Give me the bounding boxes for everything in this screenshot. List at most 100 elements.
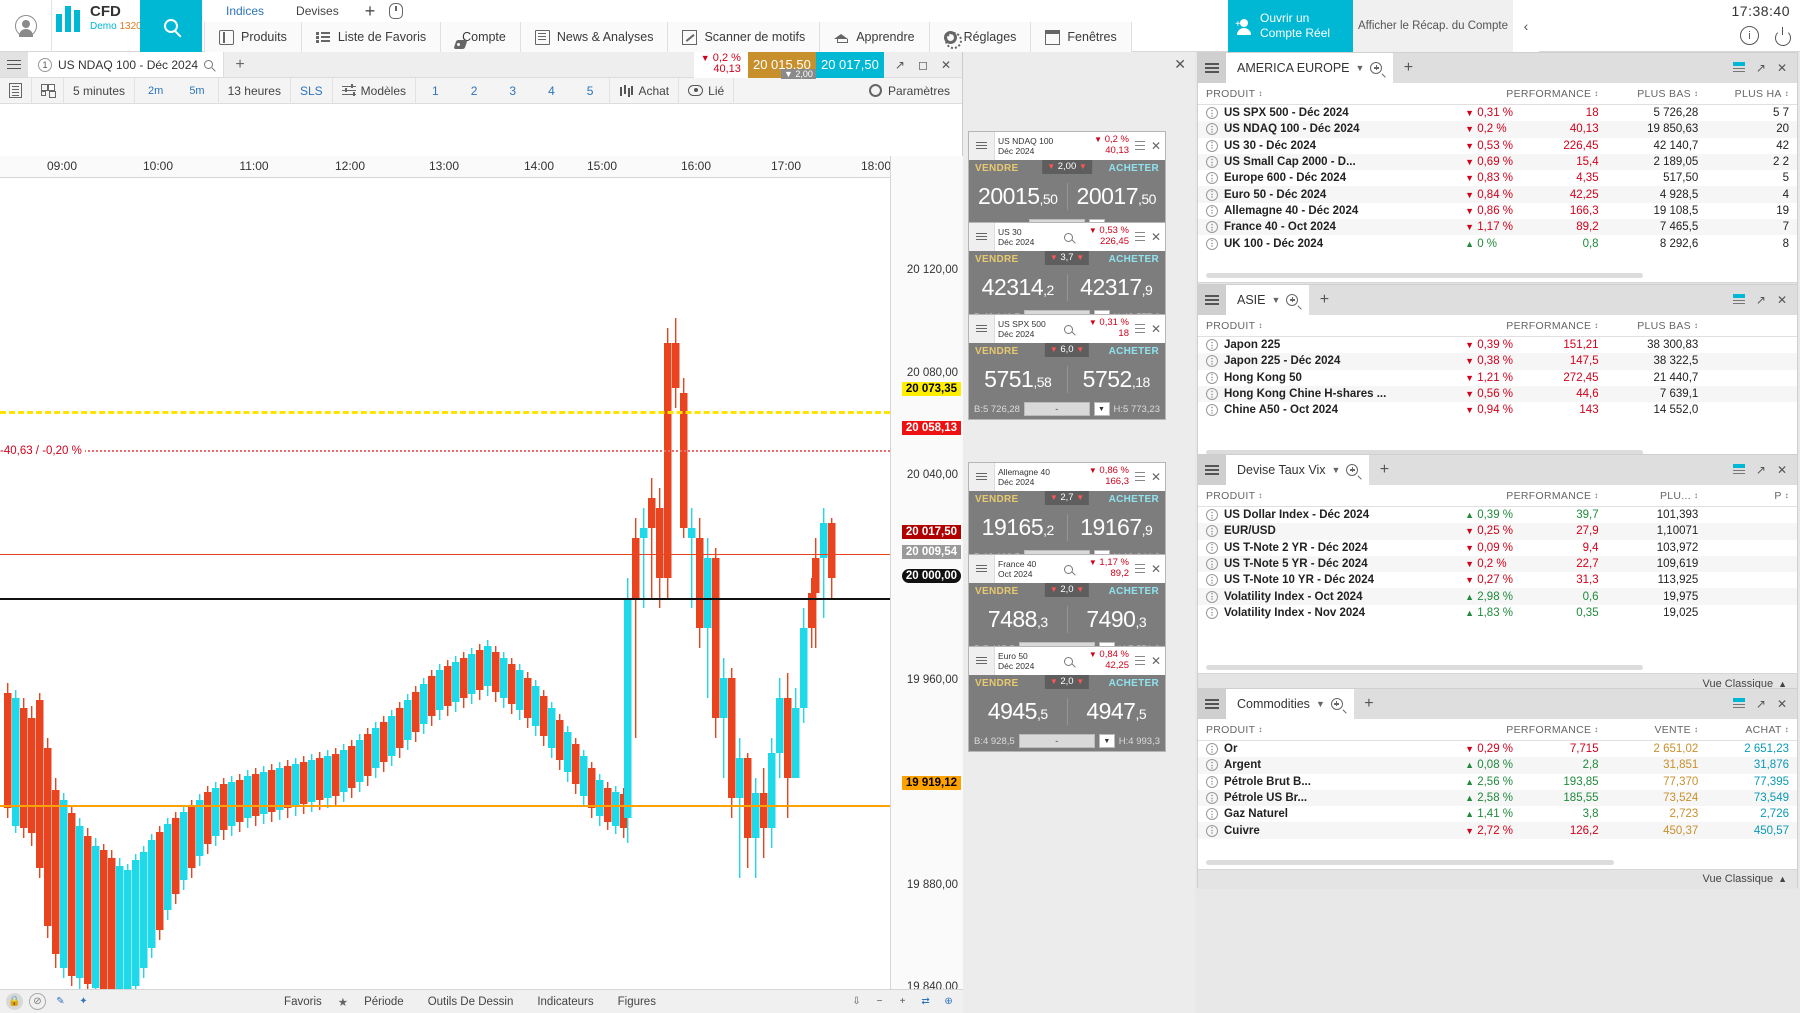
menu-reglages[interactable]: Réglages [930,22,1032,52]
table-row[interactable]: ⋮US SPX 500 - Déc 2024▼ 0,31 %185 726,28… [1198,105,1797,121]
power-icon[interactable] [1773,26,1792,45]
add-workspace-button[interactable]: + [355,2,386,20]
zoom-in-icon[interactable] [1370,62,1382,74]
quote-buy-price[interactable]: 19167,9 [1068,514,1166,541]
info-icon[interactable]: ⋮ [1206,792,1218,804]
quote-card-menu-button[interactable] [969,463,995,491]
quote-card-menu-button[interactable] [969,647,995,675]
column-header[interactable]: VENTE↕ [1607,724,1707,736]
table-row[interactable]: ⋮US Small Cap 2000 - D...▼ 0,69 %15,42 1… [1198,154,1797,170]
table-row[interactable]: ⋮Europe 600 - Déc 2024▼ 0,83 %4,35517,50… [1198,170,1797,186]
info-icon[interactable]: ⋮ [1206,107,1218,119]
zoom-in-icon[interactable] [1346,464,1358,476]
link-button[interactable]: Lié [679,78,734,104]
table-row[interactable]: ⋮UK 100 - Déc 2024▲ 0 %0,88 292,68 [1198,235,1797,251]
collapse-panel-button[interactable]: ‹ [1513,0,1539,52]
add-watchlist-button[interactable]: + [1393,53,1423,83]
column-header[interactable]: PERFORMANCE↕ [1457,320,1607,332]
y-price-label[interactable]: 20 009,54 [902,545,961,559]
model-slot-4[interactable]: 4 [532,78,571,104]
watchlist-close-icon[interactable]: ✕ [1777,61,1787,75]
column-header[interactable]: PRODUIT↕ [1198,320,1457,332]
table-row[interactable]: ⋮Japon 225▼ 0,39 %151,2138 300,83 [1198,337,1797,353]
bottom-indicateurs[interactable]: Indicateurs [525,996,605,1008]
info-icon[interactable]: ⋮ [1206,372,1218,384]
quote-close-icon[interactable]: ✕ [1147,315,1165,343]
quote-close-icon[interactable]: ✕ [1147,647,1165,675]
column-header[interactable]: PLUS HA↕ [1706,88,1797,100]
watchlist-restore-icon[interactable]: ↗ [1756,463,1766,477]
chart-tab[interactable]: 1 US NDAQ 100 - Déc 2024 [28,52,224,77]
table-row[interactable]: ⋮Gaz Naturel▲ 1,41 %3,82,7232,726 [1198,806,1797,822]
info-icon[interactable]: ⋮ [1206,759,1218,771]
info-icon[interactable]: i [1740,26,1759,45]
column-header[interactable]: PLU...↕ [1607,490,1707,502]
watchlist-tab[interactable]: Commodities▼ [1226,689,1354,719]
zoom-out-icon[interactable]: − [871,993,888,1010]
table-row[interactable]: ⋮Hong Kong Chine H-shares ...▼ 0,56 %44,… [1198,386,1797,402]
table-row[interactable]: ⋮France 40 - Oct 2024▼ 1,17 %89,27 465,5… [1198,219,1797,235]
chart-y-axis[interactable]: 20 120,0020 080,0020 040,0019 960,0019 8… [890,156,963,1013]
watchlist-menu-button[interactable] [1198,455,1226,485]
y-price-label[interactable]: 20 058,13 [902,421,961,435]
chevron-down-icon[interactable]: ▼ [1316,699,1325,709]
quote-size-input[interactable]: - [1024,402,1090,416]
table-row[interactable]: ⋮Allemagne 40 - Déc 2024▼ 0,86 %166,319 … [1198,203,1797,219]
quote-size-dropdown[interactable]: ▼ [1094,402,1110,416]
add-watchlist-button[interactable]: + [1309,285,1339,315]
bottom-figures[interactable]: Figures [606,996,668,1008]
bottom-periode[interactable]: Période [352,996,416,1008]
info-icon[interactable]: ⋮ [1206,574,1218,586]
quote-sell-price[interactable]: 7488,3 [969,606,1068,633]
chart-layout-sheet-button[interactable] [0,78,32,104]
watchlist-view-icon[interactable] [1733,698,1745,710]
quote-buy-price[interactable]: 42317,9 [1068,274,1166,301]
info-icon[interactable]: ⋮ [1206,542,1218,554]
buy-order-button[interactable]: Achat [610,78,679,104]
chart-grid-layout-button[interactable] [32,78,64,104]
chevron-down-icon[interactable]: ▼ [1331,465,1340,475]
quote-buy-price[interactable]: 4947,5 [1068,698,1166,725]
quote-buy-price[interactable]: 7490,3 [1068,606,1166,633]
y-price-label[interactable]: 20 073,35 [902,382,961,396]
model-slot-3[interactable]: 3 [493,78,532,104]
chart-restore-icon[interactable]: ↗ [895,58,905,72]
watchlist-menu-button[interactable] [1198,689,1226,719]
scroll-thumb[interactable] [1206,665,1643,670]
user-avatar-button[interactable] [0,0,52,52]
column-header[interactable]: PLUS BAS↕ [1607,320,1707,332]
watchlist-footer[interactable]: Vue Classique▲ [1198,869,1797,889]
info-icon[interactable]: ⋮ [1206,339,1218,351]
timeframe-2m[interactable]: 2m [135,78,176,104]
watchlist-hscrollbar[interactable] [1198,270,1797,282]
info-icon[interactable]: ⋮ [1206,355,1218,367]
watchlist-menu-button[interactable] [1198,53,1226,83]
info-icon[interactable]: ⋮ [1206,808,1218,820]
quote-close-icon[interactable]: ✕ [1147,463,1165,491]
info-icon[interactable]: ⋮ [1206,743,1218,755]
open-real-account-button[interactable]: + Ouvrir un Compte Réel [1228,0,1353,52]
info-icon[interactable]: ⋮ [1206,591,1218,603]
tab-indices[interactable]: Indices [210,1,280,21]
watchlist-view-icon[interactable] [1733,62,1745,74]
quote-more-button[interactable] [1133,555,1147,583]
table-row[interactable]: ⋮Chine A50 - Oct 2024▼ 0,94 %14314 552,0 [1198,402,1797,418]
bottom-favoris[interactable]: Favoris [272,996,334,1008]
table-row[interactable]: ⋮US T-Note 2 YR - Déc 2024▼ 0,09 %9,4103… [1198,540,1797,556]
table-row[interactable]: ⋮Pétrole US Br...▲ 2,58 %185,5573,52473,… [1198,790,1797,806]
table-row[interactable]: ⋮Volatility Index - Nov 2024▲ 1,83 %0,35… [1198,605,1797,621]
chart-maximize-icon[interactable]: ◻ [918,58,928,72]
watchlist-close-icon[interactable]: ✕ [1777,697,1787,711]
quote-buy-price[interactable]: 20017,50 [1068,183,1166,210]
info-icon[interactable]: ⋮ [1206,156,1218,168]
column-header[interactable]: PLUS BAS↕ [1607,88,1707,100]
menu-fenetres[interactable]: Fenêtres [1031,22,1131,52]
watchlist-restore-icon[interactable]: ↗ [1756,697,1766,711]
table-row[interactable]: ⋮Japon 225 - Déc 2024▼ 0,38 %147,538 322… [1198,353,1797,369]
watchlist-view-icon[interactable] [1733,464,1745,476]
info-icon[interactable]: ⋮ [1206,404,1218,416]
watchlist-restore-icon[interactable]: ↗ [1756,61,1766,75]
table-row[interactable]: ⋮Volatility Index - Oct 2024▲ 2,98 %0,61… [1198,588,1797,604]
y-price-label[interactable]: 20 000,00 [902,569,961,583]
watchlist-tab[interactable]: Devise Taux Vix▼ [1226,455,1369,485]
